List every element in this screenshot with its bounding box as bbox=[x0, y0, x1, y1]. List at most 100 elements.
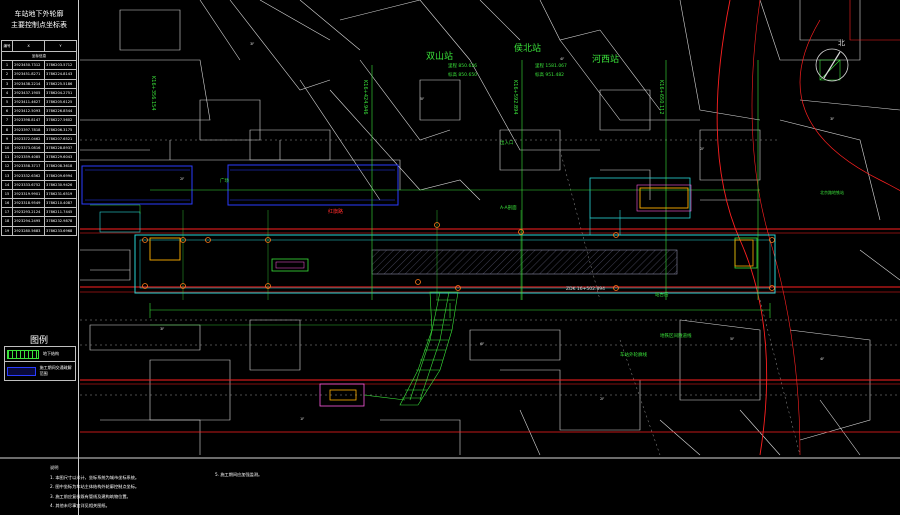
road-right-label: 北京路地铁站 bbox=[820, 190, 844, 195]
table-cell: 3786229.6043 bbox=[44, 152, 77, 163]
section-label: A-A剖面 bbox=[500, 206, 517, 211]
table-row: 7 2923398.8147 3786227.5602 bbox=[0, 115, 77, 126]
table-cell: 2923437.1905 bbox=[12, 87, 46, 98]
table-row: 1 2923450.7312 3786203.5712 bbox=[0, 60, 77, 71]
table-cell: 3786227.5602 bbox=[44, 115, 77, 126]
station-chainage-2: 里程 1581.067 bbox=[535, 64, 567, 69]
table-cell: 13 bbox=[0, 170, 14, 181]
table-cell: 3786232.9878 bbox=[44, 216, 77, 227]
table-cell: 2923332.6362 bbox=[12, 170, 46, 181]
table-cell: 3786209.6994 bbox=[44, 170, 77, 181]
legend-title: 图例 bbox=[29, 336, 48, 346]
note-4: 4. 其他未尽事宜详见相关图纸。 bbox=[50, 503, 110, 508]
svg-text:3F: 3F bbox=[250, 42, 254, 46]
table-cell: 2923333.6752 bbox=[12, 179, 46, 190]
control-point-panel: 车站地下外轮廓 主要控制点坐标表 编号 X Y 坐标信息 1 2923450.73… bbox=[0, 0, 79, 515]
table-row: 8 2923397.7818 3786206.3175 bbox=[0, 124, 77, 135]
table-cell: 3786204.2751 bbox=[44, 87, 77, 98]
svg-text:3F: 3F bbox=[830, 117, 834, 121]
table-cell: 9 bbox=[0, 133, 14, 144]
table-cell: 2923359.4085 bbox=[12, 152, 46, 163]
legend-label-traffic: 施工期间交通疏解范围 bbox=[39, 365, 72, 376]
table-cell: 14 bbox=[0, 179, 14, 190]
table-cell: 12 bbox=[0, 161, 14, 172]
table-subheader: 坐标信息 bbox=[1, 50, 77, 62]
table-cell: 2923411.4627 bbox=[12, 96, 46, 108]
legend: 地下结构 施工期间交通疏解范围 bbox=[4, 346, 76, 381]
chainage-1: K16+356.154 bbox=[150, 76, 156, 111]
table-cell: 2923358.3717 bbox=[12, 161, 46, 172]
table-row: 17 2923293.2124 3786211.7445 bbox=[0, 207, 77, 218]
green-structure bbox=[90, 48, 849, 326]
station-body bbox=[99, 177, 776, 294]
panel-title-2: 主要控制点坐标表 bbox=[11, 21, 67, 29]
table-row: 14 2923333.6752 3786230.9426 bbox=[0, 179, 77, 190]
road-label: 红旗路 bbox=[328, 209, 344, 215]
table-cell: 10 bbox=[0, 142, 14, 154]
table-row: 4 2923437.1905 3786204.2751 bbox=[0, 87, 77, 98]
table-cell: 19 bbox=[0, 225, 14, 236]
table-cell: 15 bbox=[0, 188, 14, 200]
table-row: 18 2923294.2495 3786232.9878 bbox=[0, 216, 77, 227]
col-id: 编号 bbox=[0, 40, 14, 52]
table-cell: 3786226.8544 bbox=[44, 106, 77, 117]
table-row: 12 2923358.3717 3786208.3618 bbox=[0, 161, 77, 172]
table-row: 19 2923280.5683 3786233.6968 bbox=[0, 225, 77, 236]
table-cell: 4 bbox=[0, 87, 14, 98]
svg-text:2F: 2F bbox=[600, 397, 604, 401]
red-lines bbox=[80, 0, 900, 456]
table-row: 6 2923412.5093 3786226.8544 bbox=[0, 106, 77, 117]
table-cell: 3786225.5186 bbox=[44, 78, 77, 89]
note-5: 5. 施工期间应加强监测。 bbox=[215, 472, 263, 477]
table-cell: 18 bbox=[0, 216, 14, 227]
svg-text:4F: 4F bbox=[560, 57, 564, 61]
table-cell: 3786230.9426 bbox=[44, 179, 77, 190]
table-cell: 1 bbox=[0, 60, 14, 71]
table-cell: 2923451.8271 bbox=[12, 69, 46, 80]
table-row: 10 2923373.0816 3786228.8937 bbox=[0, 142, 77, 154]
table-row: 13 2923332.6362 3786209.6994 bbox=[0, 170, 77, 181]
legend-label-structure: 地下结构 bbox=[43, 351, 59, 356]
svg-text:4F: 4F bbox=[820, 357, 824, 361]
table-row: 16 2923318.9549 3786210.4087 bbox=[0, 197, 77, 209]
table-row: 9 2923372.0462 3786207.6521 bbox=[0, 133, 77, 144]
station-elev-1: 标高 850.650 bbox=[448, 73, 478, 78]
table-row: 5 2923411.4627 3786205.6125 bbox=[0, 96, 77, 108]
station-chainage-1: 里程 850.626 bbox=[448, 64, 478, 69]
table-cell: 3786211.7445 bbox=[44, 207, 77, 218]
table-cell: 3786231.6519 bbox=[44, 188, 77, 200]
table-cell: 3 bbox=[0, 78, 14, 89]
station-label-2: 侯北站 bbox=[514, 44, 542, 54]
table-cell: 2923373.0816 bbox=[12, 142, 46, 154]
table-cell: 8 bbox=[0, 124, 14, 135]
hatched-zone bbox=[371, 249, 678, 275]
table-cell: 2923293.2124 bbox=[12, 207, 46, 218]
entrance-ramp bbox=[319, 291, 459, 407]
col-y: Y bbox=[44, 40, 77, 52]
table-cell: 16 bbox=[0, 197, 14, 209]
table-cell: 7 bbox=[0, 115, 14, 126]
blue-passage bbox=[81, 164, 399, 206]
station-label-1: 双山站 bbox=[426, 52, 454, 62]
table-cell: 2923397.7818 bbox=[12, 124, 46, 135]
svg-text:2F: 2F bbox=[700, 147, 704, 151]
chainage-4: K16+650.112 bbox=[658, 80, 664, 115]
table-cell: 3786206.3175 bbox=[44, 124, 77, 135]
table-cell: 3786233.6968 bbox=[44, 225, 77, 236]
table-row: 3 2923438.2214 3786225.5186 bbox=[0, 78, 77, 89]
svg-text:2F: 2F bbox=[180, 177, 184, 181]
table-cell: 17 bbox=[0, 207, 14, 218]
table-cell: 3786224.8143 bbox=[44, 69, 77, 80]
table-cell: 2 bbox=[0, 69, 14, 80]
legend-item-structure: 地下结构 bbox=[5, 347, 75, 362]
table-cell: 2923412.5093 bbox=[12, 106, 46, 117]
svg-text:3F: 3F bbox=[160, 327, 164, 331]
cover-note: 车站外轮廓线 bbox=[620, 353, 647, 358]
notes: 说明 1. 本图尺寸以米计，坐标系统为城市坐标系统。 2. 图中坐标为车站主体结… bbox=[50, 463, 139, 511]
table-cell: 3786210.4087 bbox=[44, 197, 77, 209]
panel-title-1: 车站地下外轮廓 bbox=[14, 10, 64, 18]
table-cell: 3786228.8937 bbox=[44, 142, 77, 154]
exit-label: 出入口 bbox=[500, 141, 514, 146]
table-cell: 2923450.7312 bbox=[12, 60, 46, 71]
table-cell: 2923438.2214 bbox=[12, 78, 46, 89]
